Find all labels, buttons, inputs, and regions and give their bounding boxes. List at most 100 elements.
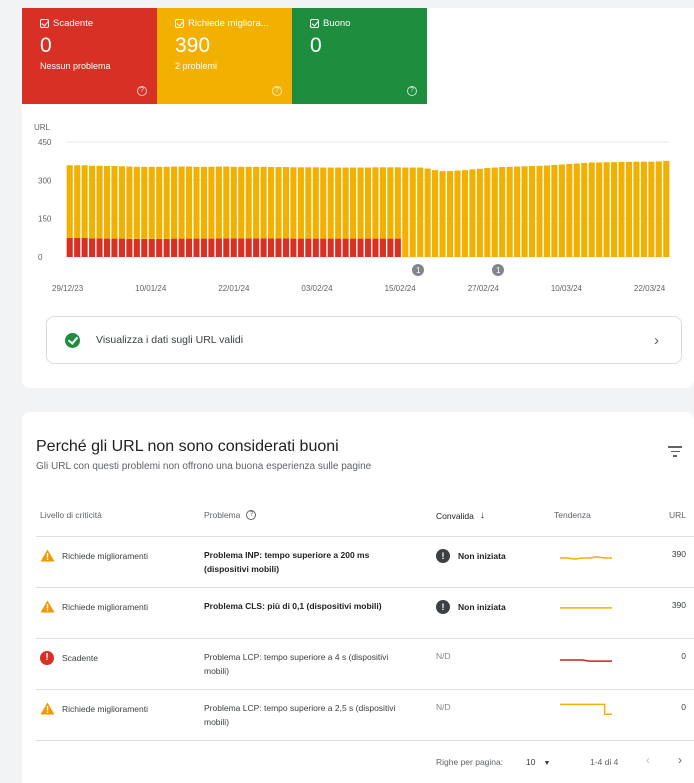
tile-poor[interactable]: Scadente 0 Nessun problema ? [22, 8, 157, 104]
chart-bar [611, 162, 618, 257]
chart-bar [89, 165, 96, 239]
chart-bar [208, 238, 215, 257]
chart-bar [432, 170, 439, 257]
rows-per-page-select[interactable]: 10 ▼ [526, 757, 550, 767]
chart-bar [305, 238, 312, 257]
y-tick-label: 450 [38, 138, 52, 147]
y-tick-label: 300 [38, 176, 52, 185]
trend-sparkline [560, 659, 612, 662]
problem-text: Problema CLS: più di 0,1 (dispositivi mo… [204, 601, 382, 611]
col-validation-label: Convalida [436, 510, 474, 521]
col-trend[interactable]: Tendenza [554, 510, 591, 520]
validation-status: ! Non iniziata [436, 600, 506, 614]
trend-sparkline [560, 703, 612, 716]
help-icon[interactable]: ? [407, 86, 417, 96]
checkbox-icon[interactable] [40, 19, 49, 28]
checkbox-icon[interactable] [310, 19, 319, 28]
validation-status: N/D [436, 702, 451, 712]
chart-bar [81, 165, 88, 238]
chart-bar [126, 166, 133, 239]
table-row[interactable]: Richiede miglioramenti Problema LCP: temp… [22, 690, 694, 741]
table-row[interactable]: Richiede miglioramenti Problema CLS: più … [22, 588, 694, 639]
col-urls[interactable]: URL [669, 510, 686, 520]
chart-bar [648, 161, 655, 257]
url-chart: URL 0 150 300 450 29/12/23 10/01/24 22/01/24 03/… [34, 123, 670, 293]
chart-bar [111, 238, 118, 257]
tile-label: Buono [323, 18, 351, 29]
chart-bar [215, 238, 222, 257]
chart-bar [230, 238, 237, 257]
checkbox-icon[interactable] [175, 19, 184, 28]
col-severity[interactable]: Livello di criticità [40, 510, 102, 520]
filter-icon[interactable] [668, 446, 682, 458]
chart-bar [320, 238, 327, 257]
chart-bar [178, 238, 185, 257]
validation-label: N/D [436, 651, 451, 661]
chart-bar [89, 238, 96, 257]
chart-bar [260, 166, 267, 239]
chart-bar [268, 167, 275, 239]
table-row[interactable]: Richiede miglioramenti Problema INP: temp… [22, 537, 694, 588]
chart-bar [171, 238, 178, 257]
help-icon[interactable]: ? [137, 86, 147, 96]
x-tick-label: 10/01/24 [135, 284, 167, 293]
dropdown-icon: ▼ [543, 760, 551, 767]
chart-bar [573, 163, 580, 257]
chart-bar [66, 237, 73, 257]
summary-card: Scadente 0 Nessun problema ? Richiede mi… [22, 8, 694, 388]
chart-bar [528, 166, 536, 257]
validation-status: N/D [436, 651, 451, 661]
chart-bar [364, 167, 372, 239]
chart-bar [543, 165, 551, 257]
chart-bar [156, 166, 163, 239]
chart-bar [625, 161, 633, 257]
help-icon[interactable]: ? [272, 86, 282, 96]
page-range: 1-4 di 4 [590, 757, 619, 767]
chart-bar [133, 238, 140, 257]
y-axis-label: URL [34, 123, 51, 132]
chart-bar [81, 237, 88, 257]
chart-bar [200, 238, 207, 257]
chart-bar [238, 166, 245, 239]
tile-value: 390 [175, 34, 211, 57]
problem-text: Problema LCP: tempo superiore a 2,5 s (d… [204, 703, 396, 727]
tile-sub: 2 problemi [175, 61, 218, 71]
prev-page-icon[interactable]: ‹ [646, 753, 650, 767]
chart-bar [581, 162, 588, 257]
chart-bar [66, 165, 73, 238]
chart-bar [379, 167, 386, 239]
chart-bar [253, 238, 260, 257]
valid-urls-link[interactable]: Visualizza i dati sugli URL validi › [46, 316, 682, 364]
chart-bar [208, 166, 215, 239]
y-tick-label: 0 [38, 253, 43, 262]
chart-bar [327, 238, 334, 257]
annotation-label: 1 [496, 266, 501, 275]
chart-bar [223, 166, 230, 239]
chart-bar [506, 166, 513, 257]
chart-bar [379, 238, 386, 257]
col-validation[interactable]: Convalida ↓ [436, 510, 485, 521]
chart-bar [417, 167, 424, 257]
chart-bar [521, 166, 528, 257]
col-problem[interactable]: Problema? [204, 510, 257, 520]
chart-bar [148, 166, 155, 239]
chart-bar [238, 238, 245, 257]
info-icon: ! [436, 549, 450, 563]
severity: ! Scadente [40, 651, 98, 665]
chart-bar [588, 162, 595, 257]
x-tick-label: 10/03/24 [551, 284, 583, 293]
chart-bar [141, 166, 148, 239]
tile-value: 0 [310, 34, 322, 57]
next-page-icon[interactable]: › [678, 753, 682, 767]
annotation-label: 1 [416, 266, 421, 275]
chart-bar [74, 237, 81, 257]
help-icon[interactable]: ? [246, 510, 257, 520]
tile-good[interactable]: Buono 0 ? [292, 8, 427, 104]
tile-needs-improvement[interactable]: Richiede migliora... 390 2 problemi ? [157, 8, 292, 104]
x-tick-label: 22/01/24 [218, 284, 250, 293]
table-row[interactable]: ! Scadente Problema LCP: tempo superiore a… [22, 639, 694, 690]
chart-bar [148, 238, 155, 257]
warning-icon [40, 600, 55, 613]
chart-bar [566, 163, 573, 257]
validation-status: ! Non iniziata [436, 549, 506, 563]
